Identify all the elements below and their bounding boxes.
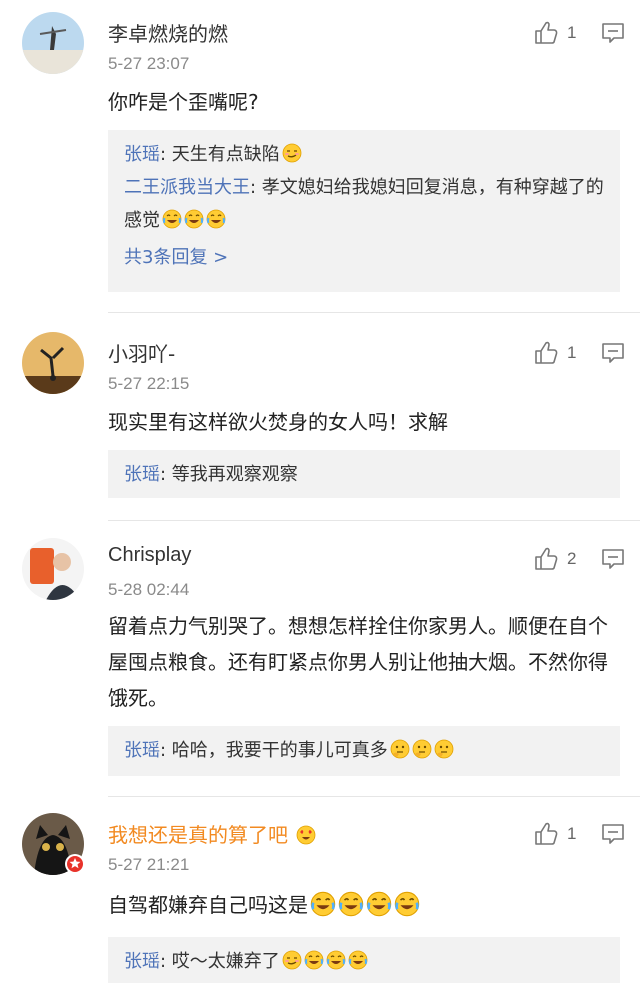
like-button[interactable]: 2 xyxy=(533,546,576,572)
thinking-emoji xyxy=(434,739,454,759)
reply-box[interactable]: 张瑶: 天生有点缺陷 二王派我当大王: 孝文媳妇给我媳妇回复消息，有种穿越了的感… xyxy=(108,130,620,292)
comment-icon[interactable] xyxy=(601,22,625,44)
reply-item: 张瑶: 哎～太嫌弃了 xyxy=(124,945,604,978)
reply-author[interactable]: 张瑶 xyxy=(124,951,160,972)
smirk-emoji xyxy=(282,950,302,970)
thumbs-up-icon xyxy=(533,821,559,847)
laugh-cry-emoji xyxy=(206,209,226,229)
comment-item: 李卓燃烧的燃 5-27 23:07 1 你咋是个歪嘴呢? 张瑶: 天生有点缺陷 … xyxy=(0,0,640,320)
thinking-emoji xyxy=(390,739,410,759)
comment-time: 5-27 22:15 xyxy=(108,374,190,393)
laugh-cry-emoji xyxy=(304,950,324,970)
more-replies-link[interactable]: 共3条回复 > xyxy=(124,241,604,274)
comment-icon[interactable] xyxy=(601,548,625,570)
reply-item: 张瑶: 哈哈，我要干的事儿可真多 xyxy=(124,734,604,767)
like-button[interactable]: 1 xyxy=(533,20,576,46)
like-count: 1 xyxy=(567,23,577,42)
commenter-name[interactable]: 李卓燃烧的燃 xyxy=(108,18,228,47)
laugh-cry-emoji xyxy=(184,209,204,229)
thumbs-up-icon xyxy=(533,340,559,366)
commenter-name[interactable]: Chrisplay xyxy=(108,544,191,567)
reply-author[interactable]: 二王派我当大王 xyxy=(124,177,250,198)
comment-icon[interactable] xyxy=(601,823,625,845)
laugh-cry-emoji xyxy=(162,209,182,229)
reply-text: : 哎～太嫌弃了 xyxy=(160,951,280,972)
reply-box[interactable]: 张瑶: 等我再观察观察 xyxy=(108,450,620,498)
reply-box[interactable]: 张瑶: 哈哈，我要干的事儿可真多 xyxy=(108,726,620,776)
comment-item: 我想还是真的算了吧 5-27 21:21 1 自驾都嫌弃自己吗这是 张瑶: 哎～… xyxy=(0,801,640,989)
smirk-emoji xyxy=(282,143,302,163)
avatar[interactable] xyxy=(22,538,84,600)
commenter-name[interactable]: 小羽吖- xyxy=(108,338,175,367)
comment-icon[interactable] xyxy=(601,342,625,364)
avatar[interactable] xyxy=(22,12,84,74)
reply-text: : 哈哈，我要干的事儿可真多 xyxy=(160,740,388,761)
like-count: 1 xyxy=(567,824,577,843)
laugh-cry-emoji xyxy=(348,950,368,970)
comment-text: 现实里有这样欲火焚身的女人吗！求解 xyxy=(108,410,448,434)
laugh-cry-emoji xyxy=(338,891,364,917)
reply-author[interactable]: 张瑶 xyxy=(124,740,160,761)
comment-item: 小羽吖- 5-27 22:15 1 现实里有这样欲火焚身的女人吗！求解 张瑶: … xyxy=(0,320,640,526)
like-button[interactable]: 1 xyxy=(533,340,576,366)
comment-item: Chrisplay 5-28 02:44 2 留着点力气别哭了。想想怎样拴住你家… xyxy=(0,526,640,801)
comment-text: 自驾都嫌弃自己吗这是 xyxy=(108,887,616,923)
laugh-cry-emoji xyxy=(326,950,346,970)
thumbs-up-icon xyxy=(533,20,559,46)
like-button[interactable]: 1 xyxy=(533,821,576,847)
divider xyxy=(108,520,640,521)
avatar[interactable] xyxy=(22,332,84,394)
comment-time: 5-27 23:07 xyxy=(108,54,190,73)
comment-time: 5-28 02:44 xyxy=(108,580,190,599)
reply-author[interactable]: 张瑶 xyxy=(124,144,160,165)
reply-item: 张瑶: 天生有点缺陷 xyxy=(124,138,604,171)
divider xyxy=(108,796,640,797)
laugh-cry-emoji xyxy=(310,891,336,917)
thinking-emoji xyxy=(412,739,432,759)
reply-box[interactable]: 张瑶: 哎～太嫌弃了 xyxy=(108,937,620,983)
divider xyxy=(108,312,640,313)
reply-text: : 天生有点缺陷 xyxy=(160,144,280,165)
reply-author[interactable]: 张瑶 xyxy=(124,464,160,485)
commenter-name[interactable]: 我想还是真的算了吧 xyxy=(108,819,316,848)
comment-time: 5-27 21:21 xyxy=(108,855,190,874)
v-badge-icon xyxy=(65,854,85,874)
thumbs-up-icon xyxy=(533,546,559,572)
reply-item: 二王派我当大王: 孝文媳妇给我媳妇回复消息，有种穿越了的感觉 xyxy=(124,171,604,237)
comment-text: 留着点力气别哭了。想想怎样拴住你家男人。顺便在自个屋囤点粮食。还有盯紧点你男人别… xyxy=(108,614,608,710)
reply-item: 张瑶: 等我再观察观察 xyxy=(124,458,604,491)
comment-text: 你咋是个歪嘴呢? xyxy=(108,90,259,114)
like-count: 2 xyxy=(567,549,577,568)
heart-eyes-emoji xyxy=(296,825,316,845)
like-count: 1 xyxy=(567,343,577,362)
laugh-cry-emoji xyxy=(366,891,392,917)
laugh-cry-emoji xyxy=(394,891,420,917)
reply-text: : 等我再观察观察 xyxy=(160,464,298,485)
